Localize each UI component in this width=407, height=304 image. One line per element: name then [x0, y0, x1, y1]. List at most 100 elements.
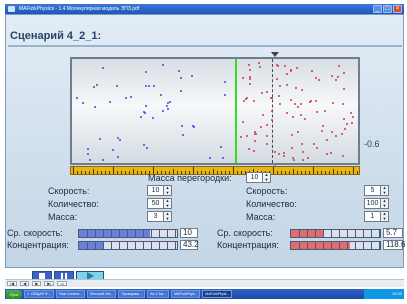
left-particle — [220, 146, 222, 148]
taskbar-item[interactable]: Проводник... — [118, 290, 145, 298]
left-speed-spinner[interactable]: 10 ▲ ▼ — [147, 185, 172, 196]
right-particle — [307, 157, 309, 159]
spinner-arrows-icon[interactable]: ▲ ▼ — [381, 211, 389, 222]
right-particle — [330, 152, 332, 154]
status-nav-next-icon[interactable]: ▶ — [32, 281, 42, 286]
ruler-tick — [77, 171, 78, 174]
ruler-tick — [113, 167, 114, 174]
bar-segment — [307, 230, 308, 237]
bar-segment — [363, 230, 364, 237]
window-titlebar: MAFizikPhysics - 1.4 Молекулярная модель… — [5, 4, 404, 14]
bar-segment — [299, 242, 300, 249]
left-particle — [169, 101, 171, 103]
taskbar-item[interactable]: На 1 Заг... — [146, 290, 170, 298]
left-particle — [178, 70, 180, 72]
partition-mass-value[interactable]: 10 — [246, 172, 263, 183]
right-particle — [258, 62, 260, 64]
right-particle — [266, 91, 268, 93]
partition-mass-spinner[interactable]: 10 ▲ ▼ — [246, 172, 271, 183]
right-particle — [326, 153, 328, 155]
spinner-arrows-icon[interactable]: ▲ ▼ — [164, 211, 172, 222]
left-particle — [99, 138, 101, 140]
start-button[interactable]: Пуск — [6, 289, 22, 299]
left-particle — [112, 149, 114, 151]
gas-chamber — [70, 57, 360, 165]
right-particle — [296, 67, 298, 69]
spinner-arrows-icon[interactable]: ▲ ▼ — [164, 198, 172, 209]
right-particle — [315, 100, 317, 102]
bar-segment — [175, 242, 176, 249]
right-particle — [331, 75, 333, 77]
left-particle — [102, 159, 104, 161]
ruler-tick — [141, 171, 142, 174]
ruler-tick — [357, 171, 358, 174]
spinner-arrows-icon[interactable]: ▲ ▼ — [381, 185, 389, 196]
left-speed-value[interactable]: 10 — [147, 185, 164, 196]
left-particle — [145, 71, 147, 73]
ruler-tick — [97, 171, 98, 174]
ruler-tick — [333, 169, 334, 174]
maximize-button[interactable]: □ — [383, 5, 392, 13]
right-particle — [291, 147, 293, 149]
right-particle — [253, 100, 255, 102]
status-zoom-icon[interactable]: ▭ — [57, 281, 68, 286]
right-speed-value[interactable]: 5 — [364, 185, 381, 196]
status-nav-prev-icon[interactable]: ◀ — [20, 281, 30, 286]
ruler-tick — [325, 171, 326, 174]
taskbar-item[interactable]: 1. ОБЩАЯ Ф... — [24, 290, 54, 298]
left-particle — [167, 108, 169, 110]
taskbar-item[interactable]: Total Comma... — [55, 290, 86, 298]
status-nav-first-icon[interactable]: |◀ — [7, 281, 18, 286]
left-count-value[interactable]: 50 — [147, 198, 164, 209]
right-particle — [290, 70, 292, 72]
left-mass-spinner[interactable]: 3 ▲ ▼ — [147, 211, 172, 222]
bar-segment — [379, 230, 380, 237]
left-mass-label: Масса: — [48, 212, 78, 222]
bar-segment — [127, 242, 128, 249]
spinner-arrows-icon[interactable]: ▲ ▼ — [381, 198, 389, 209]
right-particle — [266, 135, 268, 137]
right-particle — [291, 134, 293, 136]
left-concentration-value: 43.2 — [180, 240, 199, 250]
status-nav-last-icon[interactable]: ▶| — [44, 281, 55, 286]
right-concentration-label: Концентрация: — [217, 240, 279, 250]
left-particle — [96, 84, 98, 86]
right-mass-spinner[interactable]: 1 ▲ ▼ — [364, 211, 389, 222]
taskbar-item-active[interactable]: MAFizikPhysi... — [202, 290, 233, 298]
taskbar-item[interactable]: MAFizikPhys... — [171, 290, 201, 298]
right-mass-value[interactable]: 1 — [364, 211, 381, 222]
left-particle — [145, 85, 147, 87]
left-mass-value[interactable]: 3 — [147, 211, 164, 222]
left-concentration-label: Концентрация: — [7, 240, 69, 250]
right-particle — [302, 151, 304, 153]
right-particle — [342, 103, 344, 105]
ruler-tick — [349, 171, 350, 174]
right-speed-spinner[interactable]: 5 ▲ ▼ — [364, 185, 389, 196]
right-particle — [343, 88, 345, 90]
right-particle — [249, 76, 251, 78]
right-count-spinner[interactable]: 100 ▲ ▼ — [364, 198, 389, 209]
close-button[interactable]: × — [393, 5, 402, 13]
right-count-value[interactable]: 100 — [364, 198, 381, 209]
minimize-button[interactable]: _ — [373, 5, 382, 13]
bar-segment — [103, 230, 104, 237]
ruler-tick — [293, 169, 294, 174]
partition-divider[interactable] — [235, 59, 237, 163]
spinner-arrows-icon[interactable]: ▲ ▼ — [164, 185, 172, 196]
left-count-spinner[interactable]: 50 ▲ ▼ — [147, 198, 172, 209]
right-particle — [279, 85, 281, 87]
right-particle — [326, 139, 328, 141]
right-particle — [352, 116, 354, 118]
bar-segment — [151, 230, 152, 237]
taskbar-item[interactable]: Microsoft Wo... — [87, 290, 117, 298]
spinner-arrows-icon[interactable]: ▲ ▼ — [263, 172, 271, 183]
left-particle — [89, 159, 91, 161]
right-particle — [286, 73, 288, 75]
bar-segment — [355, 242, 356, 249]
right-avg-speed-bar — [290, 229, 381, 238]
ruler-tick — [301, 171, 302, 174]
right-particle — [346, 123, 348, 125]
bar-segment — [371, 230, 372, 237]
right-particle — [310, 100, 312, 102]
left-particle — [94, 106, 96, 108]
